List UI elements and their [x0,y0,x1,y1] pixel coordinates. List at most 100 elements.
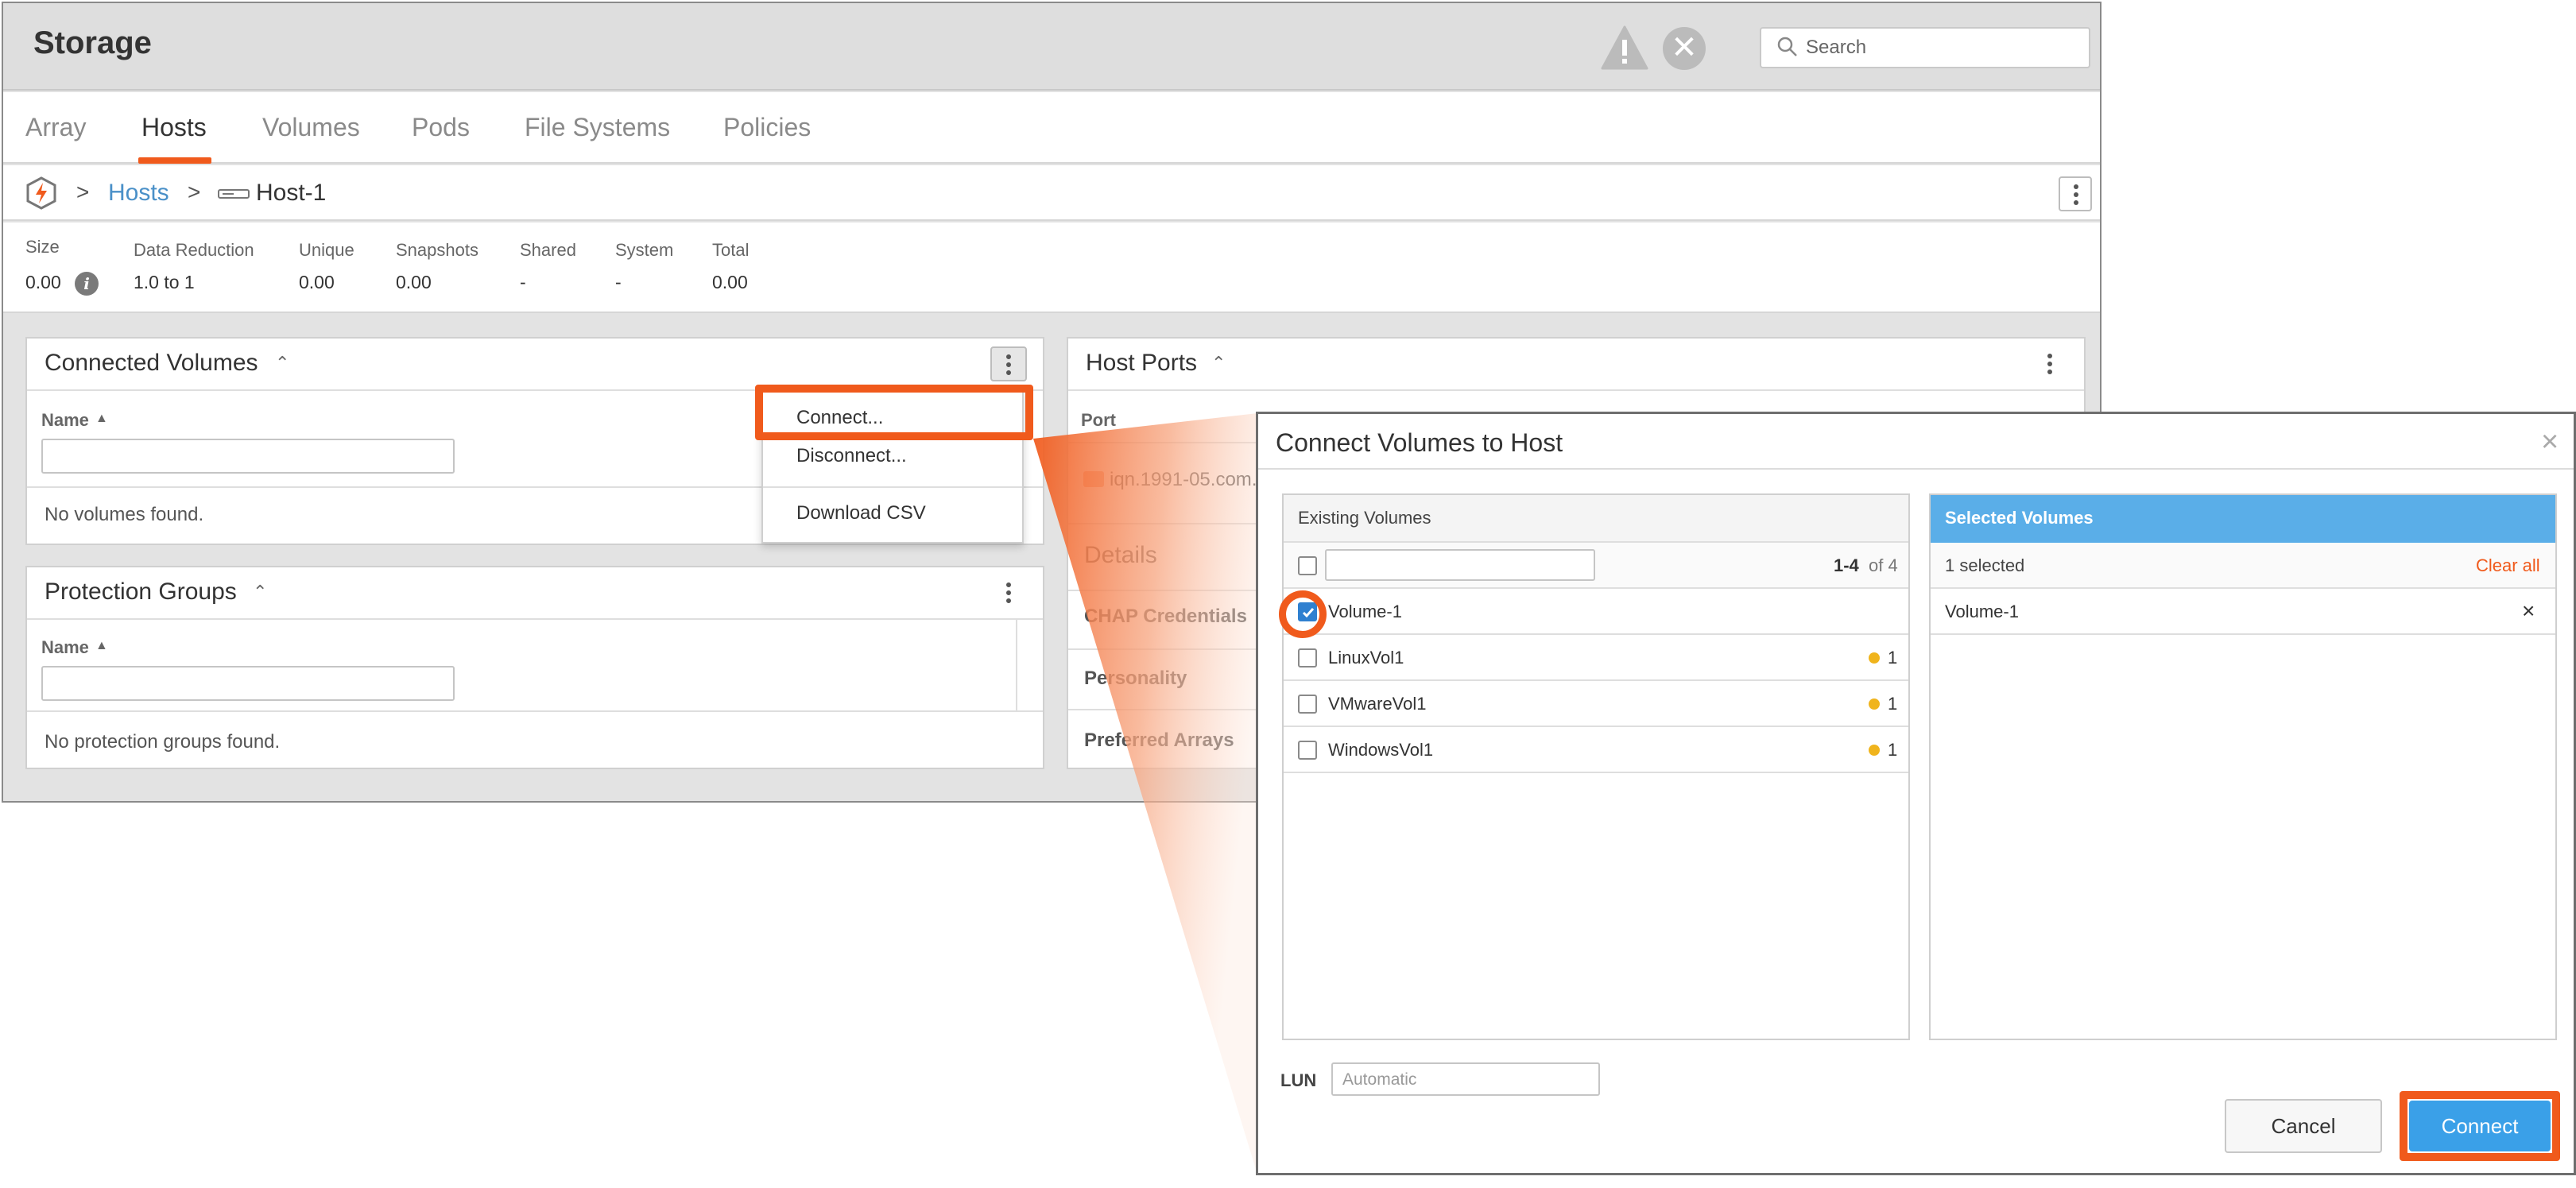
tab-file-systems[interactable]: File Systems [525,113,670,142]
pagination-total: of 4 [1869,555,1898,575]
remove-icon[interactable]: × [2522,598,2535,624]
divider [27,710,1043,712]
volume-name: LinuxVol1 [1328,648,1404,668]
page-actions-button[interactable] [2059,176,2092,211]
sort-up-icon[interactable]: ▲ [95,412,108,426]
selected-volumes-list: Selected Volumes 1 selected Clear all Vo… [1929,493,2557,1040]
stat-value-data-reduction: 1.0 to 1 [134,272,195,292]
connection-dot-icon [1869,698,1880,710]
app-title: Storage [33,25,152,60]
selected-count: 1 selected [1945,555,2025,575]
volume-row[interactable]: WindowsVol1 1 [1284,727,1908,773]
search-input[interactable]: Search [1760,27,2090,68]
name-filter-input[interactable] [41,439,455,474]
empty-message: No protection groups found. [45,731,281,753]
selected-volume-name: Volume-1 [1945,602,2019,621]
logo-icon[interactable] [25,176,57,210]
existing-volumes-title: Existing Volumes [1298,508,1431,528]
existing-volumes-header: Existing Volumes [1284,495,1908,543]
stat-label-shared: Shared [520,240,576,260]
error-icon[interactable]: ✕ [1663,27,1706,70]
lun-placeholder: Automatic [1342,1070,1417,1089]
connection-count: 1 [1888,648,1898,668]
name-column-header[interactable]: Name [41,410,89,431]
volume-name: VMwareVol1 [1328,694,1427,714]
close-icon[interactable]: × [2541,425,2559,459]
volume-checkbox[interactable] [1298,741,1317,760]
kebab-icon[interactable] [1006,582,1011,604]
connection-dot-icon [1869,652,1880,664]
lun-input[interactable]: Automatic [1331,1062,1600,1096]
chevron-up-icon[interactable]: ⌃ [1211,353,1226,373]
protection-groups-title: Protection Groups [45,579,237,605]
stat-label-unique: Unique [299,240,354,260]
name-column-header[interactable]: Name [41,637,89,658]
port-column-header[interactable]: Port [1081,410,1116,431]
stat-label-total: Total [712,240,750,260]
tab-pods[interactable]: Pods [412,113,470,142]
chevron-up-icon[interactable]: ⌃ [253,582,267,602]
connection-dot-icon [1869,745,1880,756]
volume-row[interactable]: Volume-1 [1284,589,1908,635]
clear-all-link[interactable]: Clear all [2476,555,2540,576]
dialog-title: Connect Volumes to Host [1276,428,1563,457]
breadcrumb-separator: > [188,180,201,204]
chevron-up-icon[interactable]: ⌃ [275,353,289,373]
tab-array[interactable]: Array [25,113,86,142]
selected-volumes-title: Selected Volumes [1945,508,2094,528]
connected-volumes-actions-button[interactable] [990,346,1027,381]
stat-label-data-reduction: Data Reduction [134,240,254,260]
connect-menu-highlight [755,385,1033,440]
breadcrumb: > Hosts > Host-1 [3,165,2100,221]
volume-row[interactable]: LinuxVol1 1 [1284,635,1908,681]
connection-count: 1 [1888,694,1898,714]
stat-value-shared: - [520,272,526,292]
detail-chap-credentials: CHAP Credentials [1084,606,1247,627]
stat-label-size: Size [25,237,60,257]
active-tab-indicator [138,157,211,164]
title-bar: Storage ✕ Search [3,3,2100,91]
lun-label: LUN [1280,1070,1317,1090]
empty-message: No volumes found. [45,504,204,525]
host-icon [218,189,250,199]
port-value: iqn.1991-05.com.m [1110,469,1273,490]
divider [1258,468,2574,470]
connection-count: 1 [1888,740,1898,760]
name-filter-input[interactable] [41,666,455,701]
connect-button[interactable]: Connect [2409,1101,2551,1151]
breadcrumb-hosts-link[interactable]: Hosts [108,180,169,207]
stat-value-total: 0.00 [712,272,748,292]
volume-checkbox[interactable] [1298,695,1317,714]
menu-item-download-csv[interactable]: Download CSV [796,502,926,524]
menu-item-disconnect[interactable]: Disconnect... [796,445,907,467]
existing-volumes-list: Existing Volumes 1-4 of 4 Volume-1 Linux… [1282,493,1910,1040]
stat-value-system: - [615,272,622,292]
divider [1068,389,2084,391]
stat-value-unique: 0.00 [299,272,335,292]
volume-checkbox[interactable] [1298,648,1317,668]
stat-label-system: System [615,240,674,260]
volume-filter-input[interactable] [1325,549,1595,581]
kebab-icon [1006,354,1011,375]
volume-row[interactable]: VMwareVol1 1 [1284,681,1908,727]
tab-hosts[interactable]: Hosts [141,113,207,142]
selected-volume-row: Volume-1 × [1931,589,2555,635]
info-icon[interactable]: i [75,272,99,296]
kebab-icon[interactable] [2047,353,2052,375]
port-icon [1083,471,1104,487]
tab-policies[interactable]: Policies [723,113,811,142]
checkbox-highlight [1279,590,1327,638]
tab-volumes[interactable]: Volumes [262,113,360,142]
warning-icon[interactable] [1601,25,1648,70]
kebab-icon [2074,184,2078,205]
cancel-button[interactable]: Cancel [2225,1099,2382,1153]
column-divider [1016,618,1017,710]
selected-volumes-toolbar: 1 selected Clear all [1931,543,2555,589]
details-title: Details [1084,542,1157,568]
protection-groups-panel: Protection Groups ⌃ Name ▲ No protection… [25,566,1044,769]
select-all-checkbox[interactable] [1298,556,1317,575]
breadcrumb-separator: > [76,180,90,204]
stats-bar: Size 0.00 i Data Reduction 1.0 to 1 Uniq… [3,223,2100,313]
search-placeholder: Search [1806,37,1867,58]
sort-up-icon[interactable]: ▲ [95,639,108,653]
